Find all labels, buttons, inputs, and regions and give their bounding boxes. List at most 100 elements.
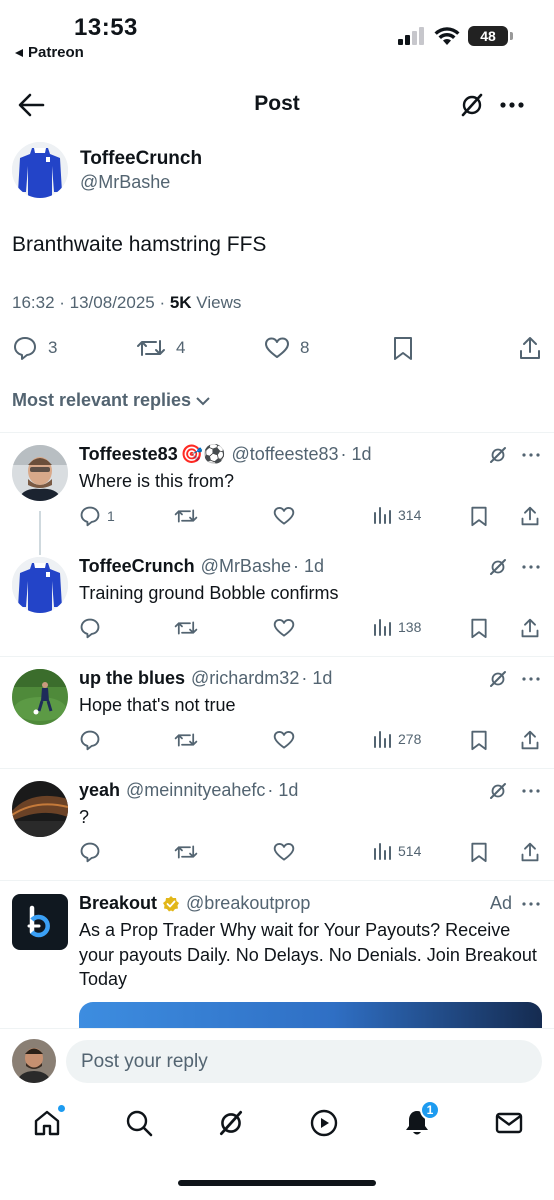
author-avatar[interactable] [12,142,68,198]
back-app-label: Patreon [28,44,84,61]
ad-author-handle[interactable]: @breakoutprop [186,893,310,914]
heart-icon [264,335,290,361]
reply-views-button[interactable]: 514 [372,841,421,861]
notifications-badge: 1 [420,1100,440,1120]
reply-author-handle[interactable]: @toffeeste83 [232,444,339,465]
reply-share-button[interactable] [520,841,540,863]
reply-repost-button[interactable] [174,729,198,751]
reply-bookmark-button[interactable] [469,841,489,863]
reply-like-button[interactable] [273,617,295,639]
reply-age: · 1d [267,780,299,800]
grok-icon[interactable] [488,669,508,689]
repost-icon [174,505,198,527]
reply-reply-button[interactable] [79,729,101,751]
reply-views-button[interactable]: 278 [372,729,421,749]
reply-bookmark-button[interactable] [469,729,489,751]
back-to-app-link[interactable]: Patreon [14,44,84,61]
status-icons: 48 [398,26,513,46]
repost-button[interactable]: 4 [136,335,185,361]
reply-author-handle[interactable]: @meinnityeahefc [126,780,265,801]
reply-reply-button[interactable] [79,617,101,639]
grok-icon[interactable] [488,557,508,577]
reply-like-button[interactable] [273,505,295,527]
tab-video[interactable] [309,1108,339,1138]
reply-more-icon[interactable] [521,559,541,575]
heart-icon [273,505,295,527]
bookmark-icon [469,505,489,527]
reply-reply-button[interactable] [79,841,101,863]
reply-more-icon[interactable] [521,671,541,687]
grok-icon [216,1108,246,1138]
reply-share-button[interactable] [520,617,540,639]
tab-messages[interactable] [494,1108,524,1138]
heart-icon [273,729,295,751]
views-count: 5K [169,293,192,312]
reply-head: ToffeeCrunch @MrBashe · 1d [79,556,324,577]
reply-icon [12,335,38,361]
grok-icon[interactable] [488,781,508,801]
reply-share-button[interactable] [520,505,540,527]
reply-like-button[interactable] [273,841,295,863]
ad-more-icon[interactable] [521,896,541,912]
reply-composer: Post your reply [0,1028,554,1096]
reply-item[interactable]: up the blues @richardm32 · 1d Hope that'… [0,657,554,769]
reply-input[interactable]: Post your reply [66,1040,542,1083]
verified-badge-icon [162,895,180,913]
reply-item[interactable]: Toffeeste83 🎯⚽ @toffeeste83 · 1d Where i… [0,433,554,545]
grok-icon[interactable] [458,91,486,119]
bookmark-icon [391,335,415,361]
reply-avatar[interactable] [12,445,68,501]
reply-bookmark-button[interactable] [469,505,489,527]
breakout-logo[interactable] [12,894,68,950]
reply-views-button[interactable]: 138 [372,617,421,637]
reply-author-name[interactable]: yeah [79,780,120,801]
current-user-avatar[interactable] [12,1039,56,1083]
reply-item[interactable]: ToffeeCrunch @MrBashe · 1d Training grou… [0,545,554,657]
reply-bookmark-button[interactable] [469,617,489,639]
ad-author-name[interactable]: Breakout [79,893,157,914]
reply-avatar[interactable] [12,669,68,725]
reply-author-handle[interactable]: @MrBashe [201,556,291,577]
like-count: 8 [300,338,310,357]
sort-label: Most relevant replies [12,390,192,410]
reply-avatar[interactable] [12,557,68,613]
reply-count: 3 [48,338,58,357]
reply-author-name[interactable]: ToffeeCrunch [79,556,195,577]
reply-views-button[interactable]: 314 [372,505,421,525]
tab-grok[interactable] [216,1108,246,1138]
bookmark-button[interactable] [391,335,415,361]
reply-more-icon[interactable] [521,783,541,799]
views-chart-icon [372,505,392,525]
play-circle-icon [309,1108,339,1138]
tab-search[interactable] [124,1108,154,1138]
share-button[interactable] [518,335,542,361]
reply-item[interactable]: yeah @meinnityeahefc · 1d ? 514 [0,769,554,881]
tab-notifications[interactable]: 1 [402,1100,440,1138]
more-options-icon[interactable] [498,91,526,119]
reply-repost-button[interactable] [174,505,198,527]
reply-author-handle[interactable]: @richardm32 [191,668,299,689]
reply-button[interactable]: 3 [12,335,57,361]
repost-icon [174,841,198,863]
reply-reply-button[interactable]: 1 [79,505,115,527]
author-handle[interactable]: @MrBashe [80,172,170,193]
tab-home[interactable] [32,1104,66,1138]
reply-share-button[interactable] [520,729,540,751]
reply-author-name[interactable]: Toffeeste83 [79,444,178,465]
reply-age: · 1d [301,668,333,688]
reply-author-name[interactable]: up the blues [79,668,185,689]
grok-icon[interactable] [488,445,508,465]
reply-views-count: 278 [398,731,422,747]
reply-like-button[interactable] [273,729,295,751]
like-button[interactable]: 8 [264,335,309,361]
reply-repost-button[interactable] [174,617,198,639]
reply-sort-dropdown[interactable]: Most relevant replies [12,390,211,411]
mail-icon [494,1108,524,1138]
author-name[interactable]: ToffeeCrunch [80,148,202,170]
reply-icon [79,617,101,639]
reply-more-icon[interactable] [521,447,541,463]
bookmark-icon [469,841,489,863]
reply-repost-button[interactable] [174,841,198,863]
reply-avatar[interactable] [12,781,68,837]
promoted-post[interactable]: Breakout @breakoutprop Ad As a Prop Trad… [0,882,554,1042]
